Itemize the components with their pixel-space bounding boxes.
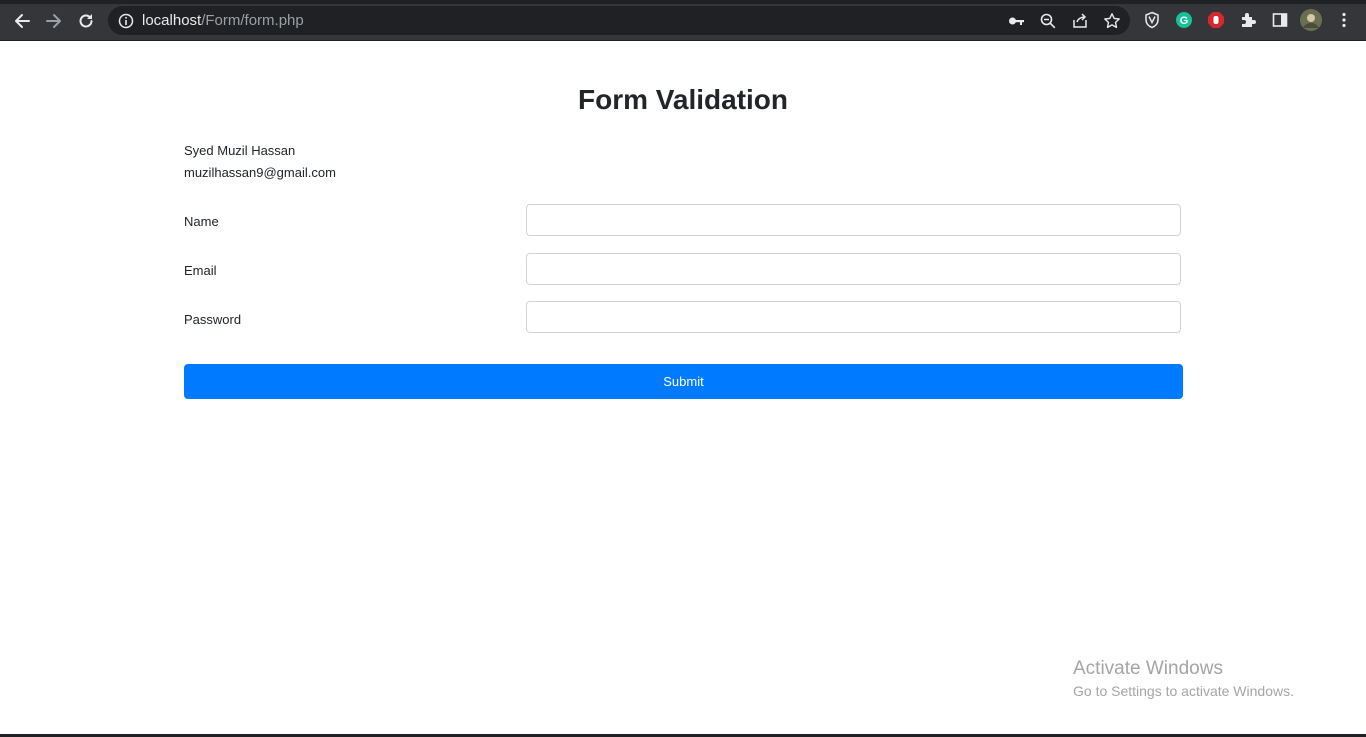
url-host: localhost: [142, 12, 202, 29]
forward-arrow-icon[interactable]: [41, 8, 67, 34]
browser-toolbar: localhost/Form/form.php G: [0, 0, 1366, 41]
page-title: Form Validation: [577, 84, 789, 115]
address-bar[interactable]: localhost/Form/form.php: [108, 6, 1130, 35]
back-arrow-icon[interactable]: [9, 8, 35, 34]
adblock-icon[interactable]: [1205, 9, 1227, 31]
url-path: /Form/form.php: [201, 12, 304, 29]
star-icon[interactable]: [1101, 10, 1123, 32]
password-field[interactable]: [526, 301, 1181, 333]
name-field[interactable]: [526, 204, 1181, 236]
svg-text:G: G: [1180, 15, 1189, 27]
windows-activation-watermark: Activate Windows Go to Settings to activ…: [1073, 658, 1294, 699]
sidepanel-icon[interactable]: [1269, 9, 1291, 31]
name-label: Name: [184, 214, 219, 229]
email-label: Email: [184, 263, 217, 278]
author-name: Syed Muzil Hassan: [184, 143, 296, 158]
submit-button[interactable]: Submit: [184, 364, 1183, 399]
puzzle-icon[interactable]: [1237, 9, 1259, 31]
more-icon[interactable]: [1333, 9, 1355, 31]
site-info-icon[interactable]: [115, 10, 137, 32]
share-icon[interactable]: [1069, 10, 1091, 32]
watermark-subtitle: Go to Settings to activate Windows.: [1073, 683, 1294, 699]
profile-avatar[interactable]: [1300, 9, 1322, 31]
reload-icon[interactable]: [73, 8, 99, 34]
url-text[interactable]: localhost/Form/form.php: [142, 12, 304, 29]
watermark-title: Activate Windows: [1073, 658, 1223, 679]
grammarly-icon[interactable]: G: [1173, 9, 1195, 31]
tab-strip: [0, 0, 1366, 4]
zoom-icon[interactable]: [1037, 10, 1059, 32]
shield-icon[interactable]: [1141, 9, 1163, 31]
key-icon[interactable]: [1005, 10, 1027, 32]
email-field[interactable]: [526, 253, 1181, 285]
author-email: muzilhassan9@gmail.com: [184, 165, 336, 180]
password-label: Password: [184, 312, 242, 327]
